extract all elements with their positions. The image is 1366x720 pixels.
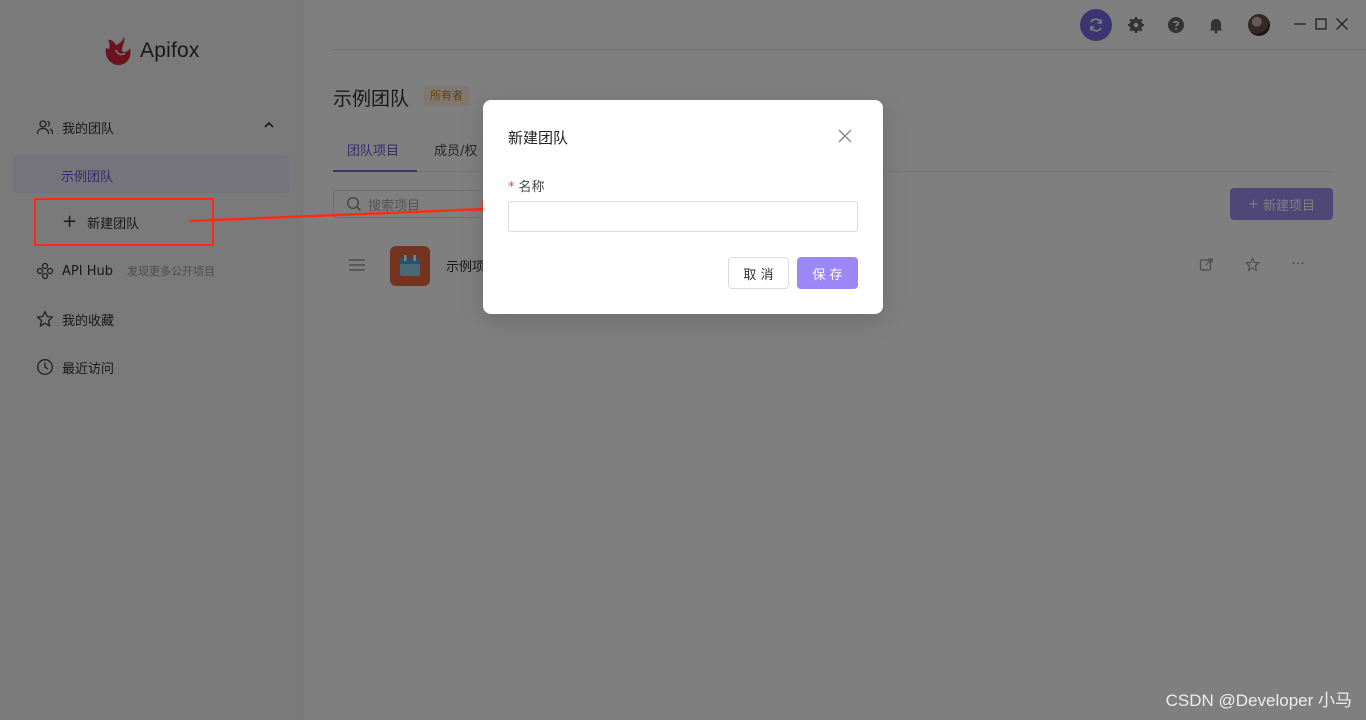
team-name-input[interactable] bbox=[508, 201, 858, 232]
save-button[interactable]: 保 存 bbox=[797, 257, 858, 289]
watermark: CSDN @Developer 小马 bbox=[1165, 691, 1352, 710]
dialog-title: 新建团队 bbox=[508, 129, 569, 147]
annotation-highlight-box bbox=[34, 198, 214, 246]
required-mark: * bbox=[508, 180, 515, 195]
close-icon[interactable] bbox=[837, 128, 853, 144]
cancel-button[interactable]: 取 消 bbox=[728, 257, 789, 289]
field-label-text: 名称 bbox=[518, 180, 545, 195]
name-field-label: * 名称 bbox=[508, 176, 545, 195]
new-team-dialog: 新建团队 * 名称 取 消 保 存 bbox=[483, 100, 883, 314]
